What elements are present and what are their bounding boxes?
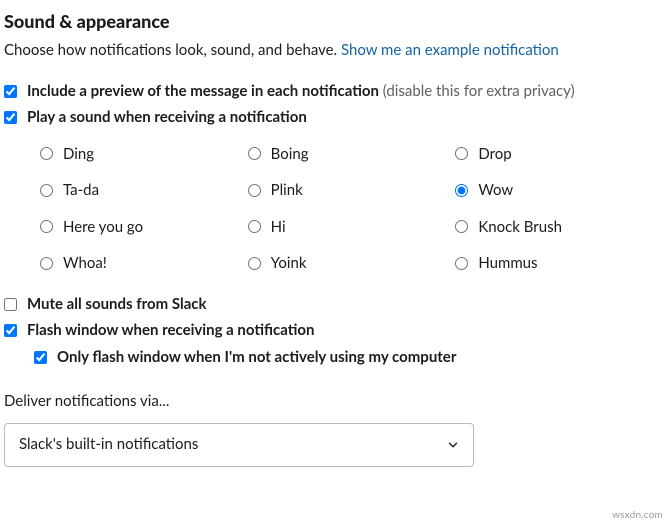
deliver-select-wrap: Slack's built-in notifications xyxy=(4,423,474,467)
flash-window-checkbox[interactable] xyxy=(4,324,17,337)
mute-all-label: Mute all sounds from Slack xyxy=(27,293,207,316)
option-mute-all[interactable]: Mute all sounds from Slack xyxy=(4,293,663,316)
section-title: Sound & appearance xyxy=(4,8,663,35)
sound-option-hi[interactable]: Hi xyxy=(248,216,456,239)
sound-radio[interactable] xyxy=(248,220,261,233)
sound-radio[interactable] xyxy=(455,147,468,160)
sound-label: Wow xyxy=(478,179,513,202)
option-include-preview[interactable]: Include a preview of the message in each… xyxy=(4,80,663,103)
sound-label: Hi xyxy=(271,216,286,239)
sound-option-knock-brush[interactable]: Knock Brush xyxy=(455,216,663,239)
sound-radio[interactable] xyxy=(248,184,261,197)
sound-radio[interactable] xyxy=(248,257,261,270)
sound-radio[interactable] xyxy=(40,257,53,270)
section-description: Choose how notifications look, sound, an… xyxy=(4,39,663,62)
sound-label: Ding xyxy=(63,143,94,166)
sound-label: Plink xyxy=(271,179,303,202)
flash-window-label: Flash window when receiving a notificati… xyxy=(27,319,314,342)
option-only-flash-idle[interactable]: Only flash window when I'm not actively … xyxy=(34,346,663,369)
sound-radio[interactable] xyxy=(455,184,468,197)
sound-radio[interactable] xyxy=(40,220,53,233)
sound-option-ding[interactable]: Ding xyxy=(40,143,248,166)
deliver-select[interactable]: Slack's built-in notifications xyxy=(4,423,474,467)
sound-option-drop[interactable]: Drop xyxy=(455,143,663,166)
sound-option-yoink[interactable]: Yoink xyxy=(248,252,456,275)
sound-label: Yoink xyxy=(271,252,307,275)
example-notification-link[interactable]: Show me an example notification xyxy=(341,41,559,59)
sound-option-hummus[interactable]: Hummus xyxy=(455,252,663,275)
deliver-label: Deliver notifications via... xyxy=(4,390,663,413)
play-sound-label: Play a sound when receiving a notificati… xyxy=(27,106,307,129)
option-flash-window[interactable]: Flash window when receiving a notificati… xyxy=(4,319,663,342)
option-play-sound[interactable]: Play a sound when receiving a notificati… xyxy=(4,106,663,129)
mute-all-checkbox[interactable] xyxy=(4,298,17,311)
sound-option-whoa[interactable]: Whoa! xyxy=(40,252,248,275)
sound-radio[interactable] xyxy=(40,147,53,160)
include-preview-label: Include a preview of the message in each… xyxy=(27,80,575,103)
deliver-select-value: Slack's built-in notifications xyxy=(19,433,198,456)
sound-radio[interactable] xyxy=(40,184,53,197)
sound-label: Here you go xyxy=(63,216,143,239)
sound-option-wow[interactable]: Wow xyxy=(455,179,663,202)
include-preview-checkbox[interactable] xyxy=(4,85,17,98)
sound-radio[interactable] xyxy=(248,147,261,160)
sound-option-ta-da[interactable]: Ta-da xyxy=(40,179,248,202)
sound-label: Whoa! xyxy=(63,252,107,275)
sound-label: Boing xyxy=(271,143,309,166)
sound-radio[interactable] xyxy=(455,257,468,270)
only-flash-idle-label: Only flash window when I'm not actively … xyxy=(57,346,456,369)
play-sound-checkbox[interactable] xyxy=(4,111,17,124)
sound-option-plink[interactable]: Plink xyxy=(248,179,456,202)
sound-option-boing[interactable]: Boing xyxy=(248,143,456,166)
sound-options-grid: Ding Boing Drop Ta-da Plink Wow Here you go Hi K… xyxy=(40,143,663,275)
sound-label: Hummus xyxy=(478,252,537,275)
sound-option-here-you-go[interactable]: Here you go xyxy=(40,216,248,239)
sound-label: Ta-da xyxy=(63,179,99,202)
sound-label: Drop xyxy=(478,143,511,166)
watermark: wsxdn.com xyxy=(612,508,663,523)
sound-radio[interactable] xyxy=(455,220,468,233)
sound-label: Knock Brush xyxy=(478,216,562,239)
only-flash-idle-checkbox[interactable] xyxy=(34,351,47,364)
section-description-text: Choose how notifications look, sound, an… xyxy=(4,41,341,59)
